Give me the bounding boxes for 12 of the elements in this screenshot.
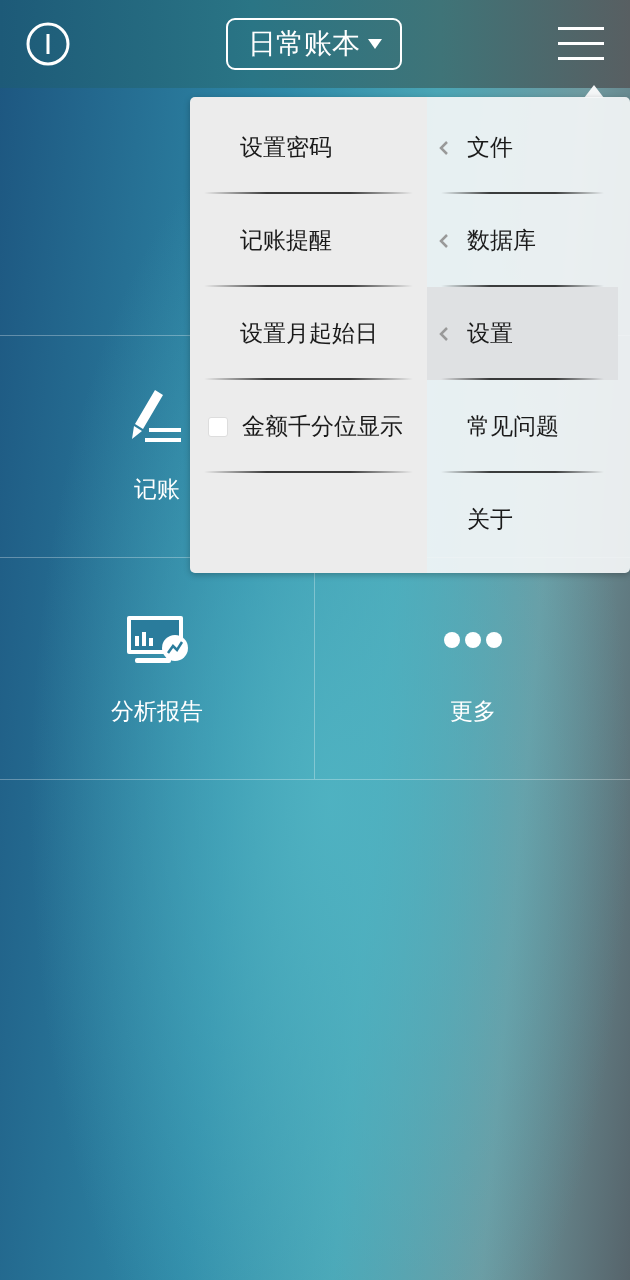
menu-icon[interactable] — [558, 26, 604, 62]
menu-item[interactable]: 设置密码 — [190, 101, 427, 194]
power-icon[interactable] — [26, 22, 70, 66]
menu-item[interactable]: 设置 — [427, 287, 618, 380]
menu-item[interactable]: 数据库 — [427, 194, 618, 287]
checkbox[interactable] — [208, 416, 228, 437]
more-icon — [442, 631, 503, 649]
menu-item[interactable]: 记账提醒 — [190, 194, 427, 287]
account-book-dropdown[interactable]: 日常账本 — [226, 18, 402, 70]
caret-icon — [368, 39, 382, 49]
menu-item[interactable]: 文件 — [427, 101, 618, 194]
menu-item[interactable]: 常见问题 — [427, 380, 618, 473]
